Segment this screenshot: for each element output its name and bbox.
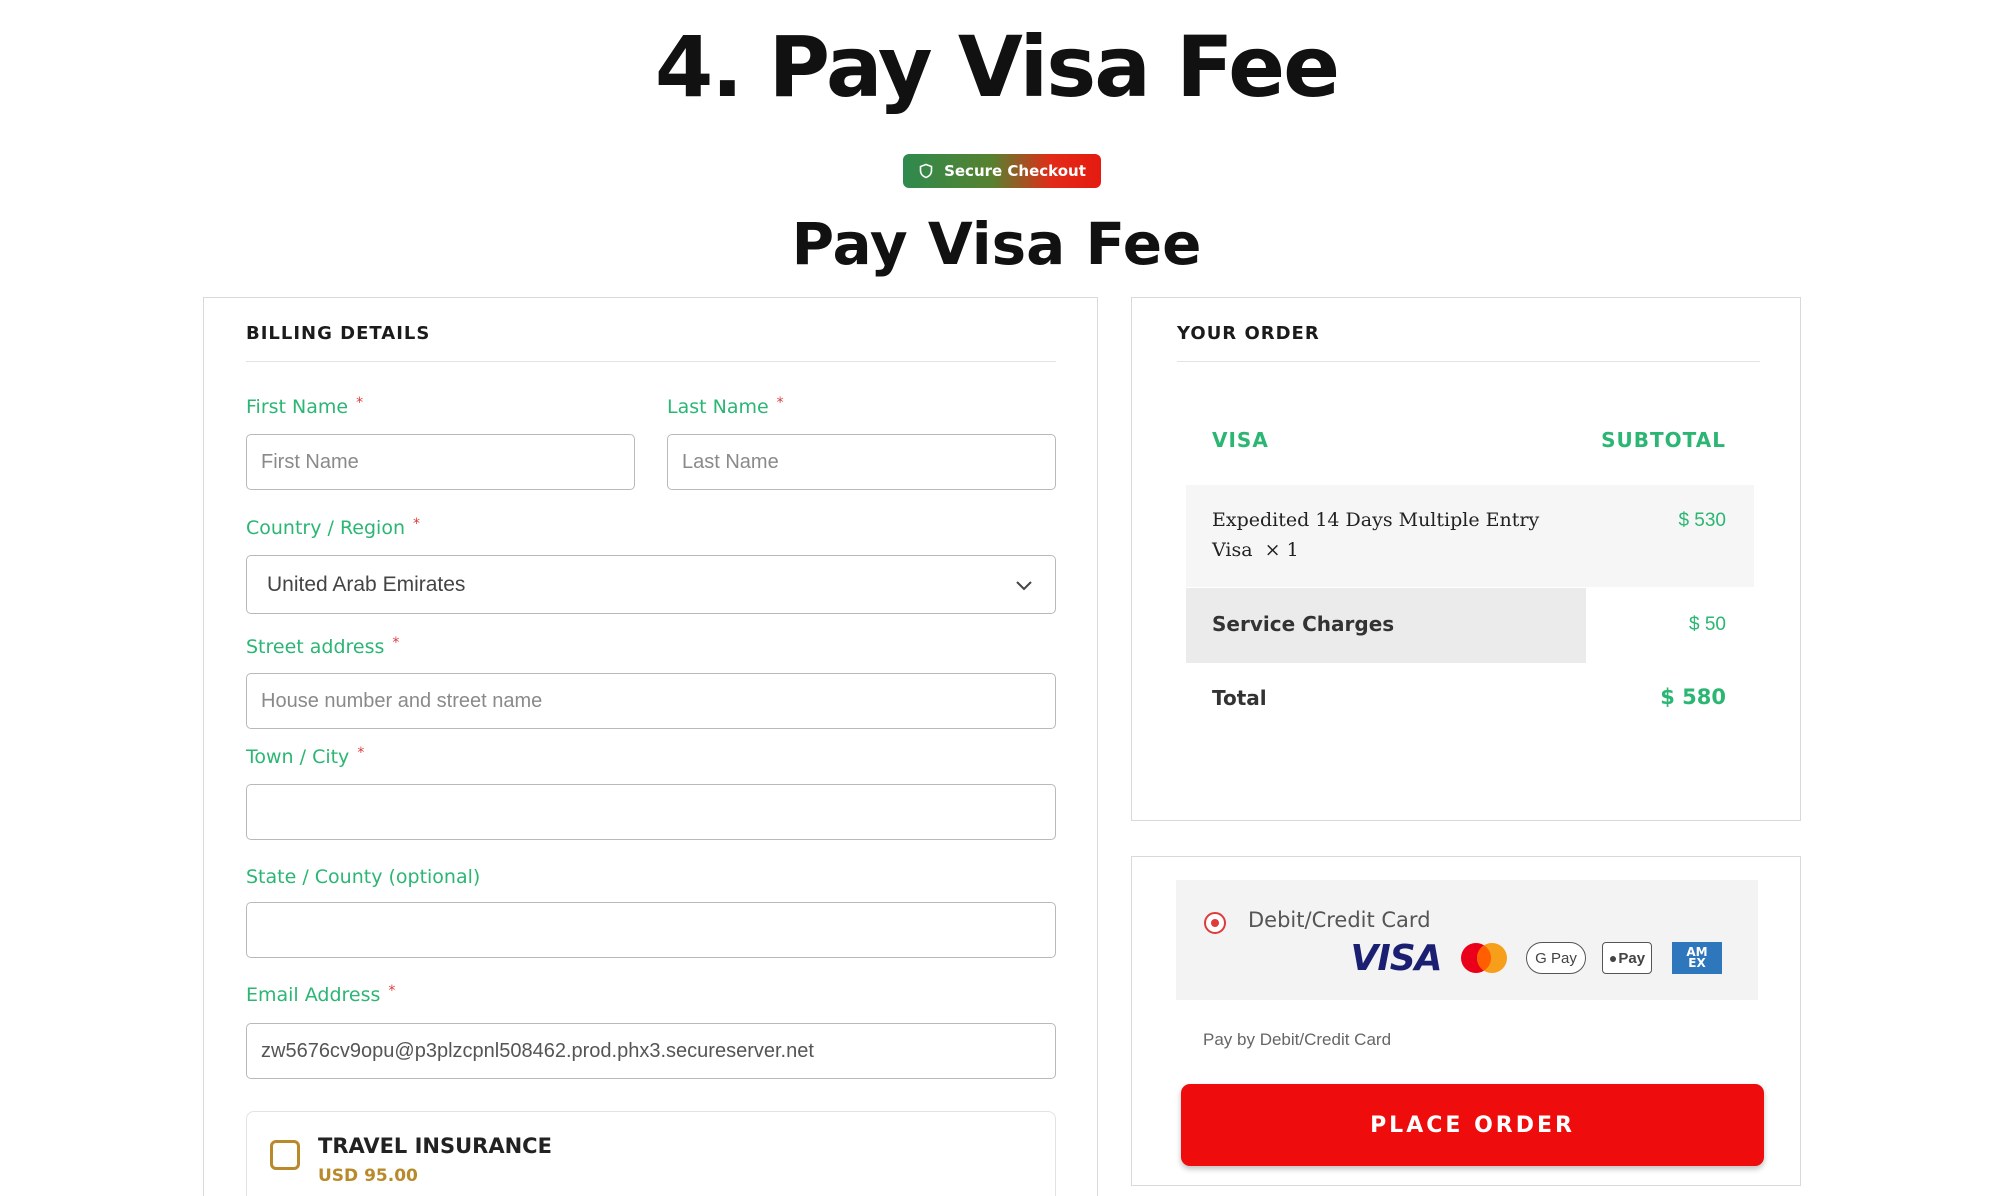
travel-insurance-title: TRAVEL INSURANCE (318, 1134, 552, 1158)
payment-method-label: Debit/Credit Card (1248, 908, 1431, 932)
chevron-down-icon (1016, 580, 1032, 590)
shield-icon (919, 163, 933, 179)
apple-logo-icon: ● (1608, 950, 1618, 966)
required-marker: * (413, 516, 421, 532)
amex-card-icon: AM EX (1672, 942, 1722, 974)
email-address-label: Email Address * (246, 983, 396, 1006)
first-name-input[interactable] (246, 434, 635, 490)
apple-pay-icon: ● Pay (1602, 942, 1652, 974)
street-address-input[interactable] (246, 673, 1056, 729)
secure-checkout-badge: Secure Checkout (903, 154, 1101, 188)
order-total-price: $ 580 (1660, 685, 1726, 709)
billing-details-title: BILLING DETAILS (246, 323, 431, 344)
payment-method-radio[interactable] (1204, 912, 1226, 934)
page-heading: 4. Pay Visa Fee (654, 18, 1340, 116)
last-name-label: Last Name * (667, 395, 784, 418)
required-marker: * (356, 395, 364, 411)
google-pay-icon: G Pay (1526, 942, 1586, 974)
street-address-label: Street address * (246, 635, 400, 658)
billing-divider (246, 361, 1056, 362)
required-marker: * (392, 635, 400, 651)
order-total-label: Total (1212, 686, 1267, 710)
order-column-subtotal: SUBTOTAL (1601, 428, 1726, 452)
last-name-input[interactable] (667, 434, 1056, 490)
state-county-label-text: State / County (optional) (246, 866, 481, 888)
order-item-name-line2: Visa × 1 (1212, 535, 1572, 565)
country-selected-value: United Arab Emirates (267, 572, 466, 596)
order-item-name-line1: Expedited 14 Days Multiple Entry (1212, 509, 1540, 531)
secure-checkout-label: Secure Checkout (944, 162, 1086, 180)
payment-note: Pay by Debit/Credit Card (1203, 1030, 1392, 1049)
required-marker: * (388, 983, 396, 999)
order-item-name: Expedited 14 Days Multiple Entry Visa × … (1212, 505, 1572, 565)
first-name-label: First Name * (246, 395, 364, 418)
place-order-button[interactable]: PLACE ORDER (1181, 1084, 1764, 1166)
town-city-label-text: Town / City (246, 746, 350, 768)
state-county-label: State / County (optional) (246, 866, 480, 888)
email-address-input[interactable] (246, 1023, 1056, 1079)
order-item-name-visa: Visa (1212, 539, 1253, 561)
order-column-visa: VISA (1212, 428, 1269, 452)
visa-card-icon: VISA (1350, 937, 1442, 979)
country-label-text: Country / Region (246, 517, 406, 539)
town-city-input[interactable] (246, 784, 1056, 840)
form-heading: Pay Visa Fee (791, 210, 1202, 278)
order-item-quantity: × 1 (1264, 539, 1299, 561)
required-marker: * (357, 745, 365, 761)
your-order-title: YOUR ORDER (1177, 323, 1320, 344)
travel-insurance-checkbox[interactable] (270, 1140, 300, 1170)
last-name-label-text: Last Name (667, 396, 769, 418)
order-item-price: $ 530 (1678, 510, 1726, 531)
country-select[interactable]: United Arab Emirates (246, 555, 1056, 614)
town-city-label: Town / City * (246, 745, 365, 768)
mastercard-icon (1458, 940, 1510, 976)
street-address-label-text: Street address (246, 636, 385, 658)
travel-insurance-price: USD 95.00 (318, 1166, 418, 1186)
service-charges-price: $ 50 (1689, 614, 1726, 635)
amex-text-bottom: EX (1688, 956, 1706, 970)
country-label: Country / Region * (246, 516, 421, 539)
service-charges-label: Service Charges (1212, 612, 1395, 636)
order-divider (1177, 361, 1760, 362)
email-address-label-text: Email Address (246, 984, 381, 1006)
first-name-label-text: First Name (246, 396, 349, 418)
required-marker: * (776, 395, 784, 411)
state-county-input[interactable] (246, 902, 1056, 958)
apple-pay-text: Pay (1618, 949, 1646, 967)
